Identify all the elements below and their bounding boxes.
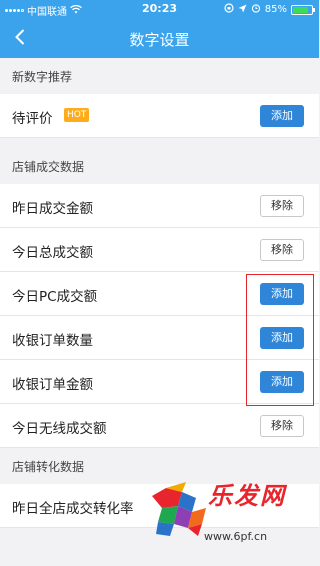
section-title: 店铺成交数据 [12,160,85,174]
section-header-new: 新数字推荐 [0,58,319,94]
status-bar: 中国联通 20:23 85% [0,0,319,18]
section-header-store-sales: 店铺成交数据 [0,148,319,184]
row-label: 今日总成交额 [12,245,93,261]
remove-button[interactable]: 移除 [260,195,304,217]
status-right: 85% [224,3,315,16]
remove-button[interactable]: 移除 [260,415,304,437]
list-item-today-total: 今日总成交额 移除 [0,228,319,272]
row-label: 待评价 [12,111,53,127]
location-icon [238,4,247,16]
watermark: 乐发网 www.6pf.cn [148,470,318,556]
row-label: 昨日全店成交转化率 [12,501,134,517]
row-label: 收银订单数量 [12,333,93,349]
row-label: 收银订单金额 [12,377,93,393]
battery-percent: 85% [264,4,287,15]
battery-level [293,6,309,13]
watermark-logo-text: 乐发网 [208,482,286,510]
rotation-lock-icon [224,3,234,16]
bull-logo-icon [152,482,206,536]
hot-badge: HOT [64,108,90,122]
watermark-url: www.6pf.cn [204,530,268,543]
list-item-pending-review: 待评价 HOT 添加 [0,94,319,138]
row-label: 今日PC成交额 [12,289,98,305]
nav-bar: 数字设置 [0,18,319,58]
list-item-yesterday-sales: 昨日成交金额 移除 [0,184,319,228]
add-button[interactable]: 添加 [260,105,304,127]
highlight-box [246,274,314,406]
section-title: 新数字推荐 [12,70,73,84]
row-label: 昨日成交金额 [12,201,93,217]
alarm-icon [251,3,261,16]
app-header: 中国联通 20:23 85% 数字设置 [0,0,319,58]
row-label: 今日无线成交额 [12,421,107,437]
battery-icon [291,4,315,15]
remove-button[interactable]: 移除 [260,239,304,261]
page-title: 数字设置 [129,31,190,49]
list-item-today-wireless: 今日无线成交额 移除 [0,404,319,448]
section-title: 店铺转化数据 [12,460,85,474]
